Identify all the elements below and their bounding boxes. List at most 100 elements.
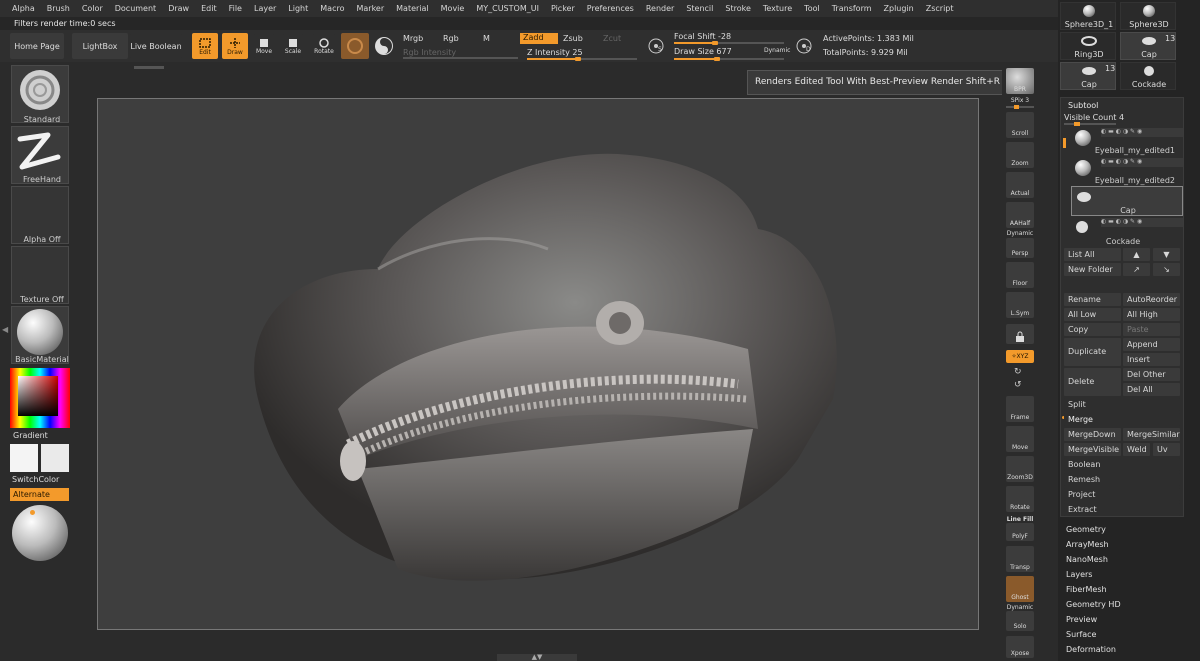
subpalette-nanomesh[interactable]: NanoMesh <box>1066 555 1108 564</box>
mrgb-toggle[interactable]: Mrgb <box>403 34 423 43</box>
split-section[interactable]: Split <box>1064 398 1180 411</box>
focal-shift-slider[interactable] <box>674 41 784 45</box>
subpalette-surface[interactable]: Surface <box>1066 630 1096 639</box>
lightbox-button[interactable]: LightBox <box>72 33 128 59</box>
menu-preferences[interactable]: Preferences <box>581 0 640 17</box>
append-button[interactable]: Append <box>1123 338 1180 351</box>
menu-alpha[interactable]: Alpha <box>6 0 41 17</box>
menu-edit[interactable]: Edit <box>195 0 223 17</box>
menu-zplugin[interactable]: Zplugin <box>878 0 920 17</box>
tool-cap-2[interactable]: 13 Cap <box>1060 62 1116 90</box>
paste-button[interactable]: Paste <box>1123 323 1180 336</box>
menu-layer[interactable]: Layer <box>248 0 282 17</box>
menu-document[interactable]: Document <box>109 0 162 17</box>
zsub-toggle[interactable]: Zsub <box>563 34 583 43</box>
tool-ring3d[interactable]: Ring3D <box>1060 32 1116 60</box>
menu-macro[interactable]: Macro <box>314 0 350 17</box>
move-view-button[interactable]: Move <box>1006 426 1034 452</box>
dynamic-toggle[interactable]: Dynamic <box>764 47 790 54</box>
scroll-button[interactable]: Scroll <box>1006 112 1034 138</box>
bpr-button[interactable]: BPR <box>1006 68 1034 94</box>
menu-transform[interactable]: Transform <box>826 0 878 17</box>
subpalette-geometry[interactable]: Geometry <box>1066 525 1106 534</box>
menu-stroke[interactable]: Stroke <box>719 0 757 17</box>
edit-button[interactable]: Edit <box>192 33 218 59</box>
subtool-item-cockade[interactable]: Cockade <box>1061 237 1185 246</box>
gradient-label[interactable]: Gradient <box>13 431 48 440</box>
folder-up-button[interactable]: ↗ <box>1123 263 1150 276</box>
zcut-toggle[interactable]: Zcut <box>603 34 621 43</box>
subtool-item-eyeball1[interactable]: Eyeball_my_edited1 <box>1061 146 1185 155</box>
cockade-visibility-row[interactable]: ◐ ▬ ◐ ◑ ✎ ◉ <box>1101 218 1183 227</box>
extract-section[interactable]: Extract <box>1064 503 1180 516</box>
del-other-button[interactable]: Del Other <box>1123 368 1180 381</box>
rgb-intensity-slider[interactable] <box>403 57 518 59</box>
xyz-button[interactable]: ✧XYZ <box>1006 350 1034 363</box>
merge-similar-button[interactable]: MergeSimilar <box>1123 428 1180 441</box>
lazy-d-icon[interactable]: D <box>794 36 814 56</box>
xpose-button[interactable]: Xpose <box>1006 636 1034 658</box>
subtool-item-cap-selected[interactable]: Cap <box>1071 186 1183 216</box>
zadd-toggle[interactable]: Zadd <box>520 33 558 44</box>
menu-movie[interactable]: Movie <box>435 0 471 17</box>
tool-cap[interactable]: 13 Cap <box>1120 32 1176 60</box>
move-button[interactable]: Move <box>254 33 274 59</box>
menu-zscript[interactable]: Zscript <box>920 0 960 17</box>
subpalette-arraymesh[interactable]: ArrayMesh <box>1066 540 1109 549</box>
rename-button[interactable]: Rename <box>1064 293 1121 306</box>
aahalf-button[interactable]: AAHalf <box>1006 202 1034 228</box>
color-sphere-icon[interactable] <box>374 36 394 56</box>
remesh-section[interactable]: Remesh <box>1064 473 1180 486</box>
color-picker[interactable] <box>10 368 70 428</box>
merge-section[interactable]: Merge <box>1064 413 1180 426</box>
folder-down-button[interactable]: ↘ <box>1153 263 1180 276</box>
merge-down-button[interactable]: MergeDown <box>1064 428 1121 441</box>
menu-texture[interactable]: Texture <box>757 0 798 17</box>
rotate-y-icon[interactable]: ↻ <box>1014 367 1022 377</box>
list-all-button[interactable]: List All <box>1064 248 1121 261</box>
focal-s-icon[interactable]: S <box>646 36 666 56</box>
menu-picker[interactable]: Picker <box>545 0 581 17</box>
menu-draw[interactable]: Draw <box>162 0 195 17</box>
polyf-button[interactable]: PolyF <box>1006 523 1034 541</box>
delete-button[interactable]: Delete <box>1064 368 1121 396</box>
menu-color[interactable]: Color <box>76 0 109 17</box>
all-high-button[interactable]: All High <box>1123 308 1180 321</box>
m-toggle[interactable]: M <box>483 34 490 43</box>
insert-button[interactable]: Insert <box>1123 353 1180 366</box>
home-page-button[interactable]: Home Page <box>10 33 64 59</box>
menu-material[interactable]: Material <box>390 0 435 17</box>
move-down-button[interactable]: ▼ <box>1153 248 1180 261</box>
uv-toggle[interactable]: Uv <box>1153 443 1180 456</box>
lock-button[interactable] <box>1006 324 1034 344</box>
eyeball2-visibility-row[interactable]: ◐ ▬ ◐ ◑ ✎ ◉ <box>1101 158 1183 167</box>
floor-button[interactable]: Floor <box>1006 262 1034 288</box>
z-intensity-slider[interactable] <box>527 57 637 61</box>
draw-button[interactable]: Draw <box>222 33 248 59</box>
rotate-view-button[interactable]: Rotate <box>1006 486 1034 512</box>
switch-color-button[interactable]: SwitchColor <box>12 475 59 484</box>
subpalette-preview[interactable]: Preview <box>1066 615 1097 624</box>
all-low-button[interactable]: All Low <box>1064 308 1121 321</box>
menu-render[interactable]: Render <box>640 0 680 17</box>
subpalette-layers[interactable]: Layers <box>1066 570 1092 579</box>
subpalette-fibermesh[interactable]: FiberMesh <box>1066 585 1107 594</box>
menu-tool[interactable]: Tool <box>798 0 826 17</box>
merge-visible-button[interactable]: MergeVisible <box>1064 443 1121 456</box>
menu-light[interactable]: Light <box>282 0 314 17</box>
actual-button[interactable]: Actual <box>1006 172 1034 198</box>
live-boolean-button[interactable]: Live Boolean <box>130 33 182 59</box>
scale-button[interactable]: Scale <box>283 33 303 59</box>
bottom-shelf-handle[interactable]: ▲▼ <box>497 654 577 661</box>
del-all-button[interactable]: Del All <box>1123 383 1180 396</box>
menu-stencil[interactable]: Stencil <box>680 0 719 17</box>
subtool-title[interactable]: Subtool <box>1068 101 1098 110</box>
visible-count-slider[interactable] <box>1064 122 1116 126</box>
main-color-swatch[interactable] <box>10 444 38 472</box>
zoom3d-button[interactable]: Zoom3D <box>1006 456 1034 482</box>
menu-my-custom-ui[interactable]: MY_CUSTOM_UI <box>470 0 545 17</box>
alternate-toggle[interactable]: Alternate <box>10 488 69 501</box>
spix-slider[interactable] <box>1006 105 1034 109</box>
eyeball1-visibility-row[interactable]: ◐ ▬ ◐ ◑ ✎ ◉ <box>1101 128 1183 137</box>
material-swatch[interactable] <box>341 33 369 59</box>
